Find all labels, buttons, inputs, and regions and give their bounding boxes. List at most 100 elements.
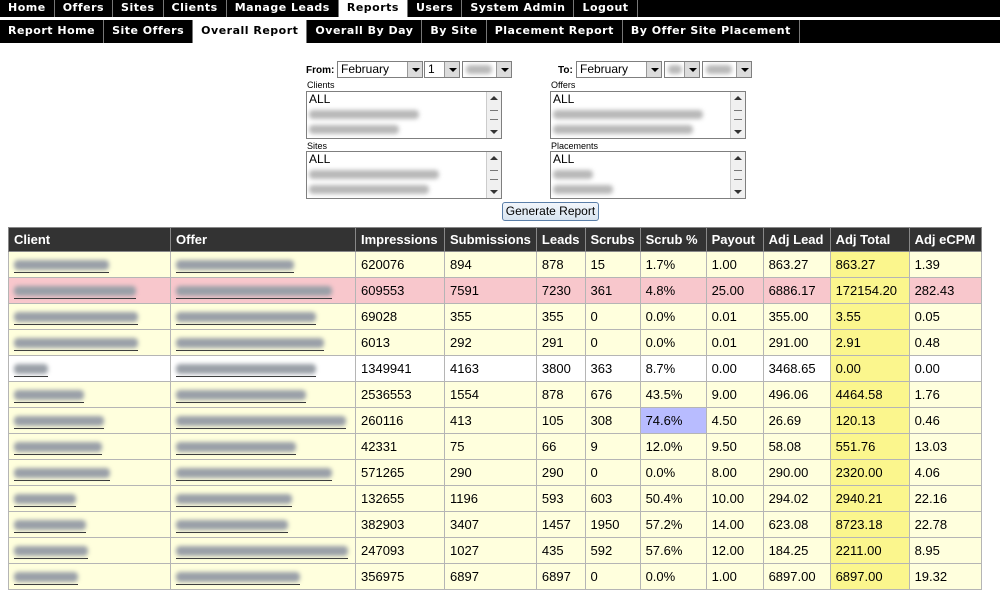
offer-link[interactable] — [176, 545, 348, 559]
offer-link[interactable] — [176, 467, 332, 481]
client-link[interactable] — [14, 545, 88, 559]
client-link[interactable] — [14, 363, 48, 377]
cell-client[interactable] — [8, 407, 171, 434]
client-link[interactable] — [14, 441, 102, 455]
subnav-by-site[interactable]: By Site — [422, 20, 487, 43]
from-month-select[interactable]: February — [337, 61, 423, 78]
offer-link[interactable] — [176, 311, 316, 325]
offer-link[interactable] — [176, 571, 300, 585]
col-offer[interactable]: Offer — [170, 227, 356, 252]
offer-link[interactable] — [176, 519, 288, 533]
cell-offer[interactable] — [170, 433, 356, 460]
nav-reports[interactable]: Reports — [338, 0, 408, 17]
client-link[interactable] — [14, 571, 78, 585]
offer-link[interactable] — [176, 337, 324, 351]
nav-manage-leads[interactable]: Manage Leads — [227, 0, 339, 17]
clients-listbox[interactable]: ALL — [306, 91, 502, 139]
from-day-select[interactable]: 1 — [424, 61, 460, 78]
cell-client[interactable] — [8, 537, 171, 564]
offers-listbox[interactable]: ALL — [550, 91, 746, 139]
cell-offer[interactable] — [170, 511, 356, 538]
col-adj-ecpm[interactable]: Adj eCPM — [908, 227, 982, 252]
from-year-select[interactable] — [462, 61, 512, 78]
offer-link[interactable] — [176, 389, 306, 403]
col-scrub-pct[interactable]: Scrub % — [639, 227, 707, 252]
placements-option-redacted[interactable] — [551, 182, 745, 197]
cell-offer[interactable] — [170, 485, 356, 512]
cell-client[interactable] — [8, 459, 171, 486]
subnav-overall-by-day[interactable]: Overall By Day — [307, 20, 423, 43]
col-submissions[interactable]: Submissions — [444, 227, 537, 252]
clients-option-all[interactable]: ALL — [307, 92, 501, 107]
to-month-select[interactable]: February — [576, 61, 662, 78]
col-scrubs[interactable]: Scrubs — [584, 227, 641, 252]
cell-client[interactable] — [8, 277, 171, 304]
clients-scrollbar[interactable] — [486, 92, 501, 138]
offer-link[interactable] — [176, 259, 294, 273]
placements-option-redacted[interactable] — [551, 167, 745, 182]
cell-client[interactable] — [8, 563, 171, 590]
offers-option-redacted[interactable] — [551, 122, 745, 137]
col-client[interactable]: Client — [8, 227, 171, 252]
offer-link[interactable] — [176, 493, 292, 507]
cell-client[interactable] — [8, 303, 171, 330]
clients-option-redacted[interactable] — [307, 107, 501, 122]
nav-system-admin[interactable]: System Admin — [462, 0, 575, 17]
sites-option-all[interactable]: ALL — [307, 152, 501, 167]
offers-option-redacted[interactable] — [551, 107, 745, 122]
client-link[interactable] — [14, 467, 110, 481]
to-year-select[interactable] — [702, 61, 752, 78]
client-link[interactable] — [14, 285, 136, 299]
client-link[interactable] — [14, 493, 76, 507]
nav-logout[interactable]: Logout — [574, 0, 638, 17]
nav-home[interactable]: Home — [0, 0, 55, 17]
cell-offer[interactable] — [170, 537, 356, 564]
offer-link[interactable] — [176, 441, 296, 455]
cell-offer[interactable] — [170, 355, 356, 382]
cell-client[interactable] — [8, 355, 171, 382]
col-adj-total[interactable]: Adj Total — [829, 227, 910, 252]
generate-report-button[interactable]: Generate Report — [502, 202, 599, 221]
cell-offer[interactable] — [170, 303, 356, 330]
client-link[interactable] — [14, 259, 109, 273]
offers-scrollbar[interactable] — [730, 92, 745, 138]
to-day-select[interactable] — [664, 61, 700, 78]
client-link[interactable] — [14, 337, 138, 351]
subnav-site-offers[interactable]: Site Offers — [104, 20, 194, 43]
cell-offer[interactable] — [170, 459, 356, 486]
sites-option-redacted[interactable] — [307, 167, 501, 182]
cell-client[interactable] — [8, 381, 171, 408]
cell-offer[interactable] — [170, 563, 356, 590]
offer-link[interactable] — [176, 415, 346, 429]
offers-option-all[interactable]: ALL — [551, 92, 745, 107]
col-impressions[interactable]: Impressions — [355, 227, 445, 252]
subnav-by-offer-site-placement[interactable]: By Offer Site Placement — [623, 20, 800, 43]
cell-offer[interactable] — [170, 381, 356, 408]
placements-scrollbar[interactable] — [730, 152, 745, 198]
cell-offer[interactable] — [170, 407, 356, 434]
sites-option-redacted[interactable] — [307, 182, 501, 197]
offer-link[interactable] — [176, 363, 316, 377]
col-leads[interactable]: Leads — [535, 227, 586, 252]
placements-option-all[interactable]: ALL — [551, 152, 745, 167]
cell-client[interactable] — [8, 329, 171, 356]
client-link[interactable] — [14, 415, 104, 429]
subnav-overall-report[interactable]: Overall Report — [193, 20, 308, 43]
cell-offer[interactable] — [170, 329, 356, 356]
client-link[interactable] — [14, 389, 84, 403]
col-adj-lead[interactable]: Adj Lead — [762, 227, 831, 252]
cell-client[interactable] — [8, 251, 171, 278]
subnav-placement-report[interactable]: Placement Report — [487, 20, 623, 43]
offer-link[interactable] — [176, 285, 332, 299]
cell-client[interactable] — [8, 485, 171, 512]
clients-option-redacted[interactable] — [307, 122, 501, 137]
subnav-report-home[interactable]: Report Home — [0, 20, 105, 43]
cell-client[interactable] — [8, 511, 171, 538]
nav-offers[interactable]: Offers — [55, 0, 114, 17]
placements-listbox[interactable]: ALL — [550, 151, 746, 199]
client-link[interactable] — [14, 519, 86, 533]
nav-clients[interactable]: Clients — [164, 0, 227, 17]
sites-scrollbar[interactable] — [486, 152, 501, 198]
nav-sites[interactable]: Sites — [113, 0, 164, 17]
cell-client[interactable] — [8, 433, 171, 460]
